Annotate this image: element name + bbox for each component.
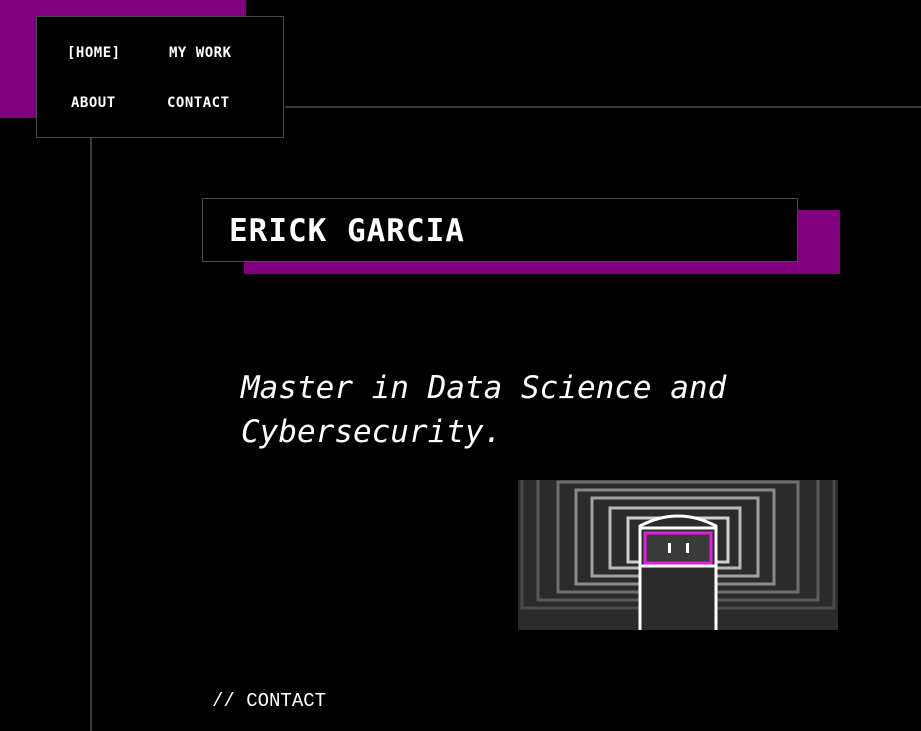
main-nav: [HOME] MY WORK ABOUT CONTACT <box>36 16 284 138</box>
robot-eye-left <box>668 543 671 553</box>
page: [HOME] MY WORK ABOUT CONTACT ERICK GARCI… <box>0 0 921 731</box>
name-card: ERICK GARCIA <box>202 198 798 262</box>
robot-in-tunnel-illustration <box>518 480 838 630</box>
robot-visor <box>643 531 713 565</box>
page-title: ERICK GARCIA <box>229 213 465 249</box>
footer-contact-link[interactable]: // CONTACT <box>212 690 326 712</box>
robot-eye-right <box>686 543 689 553</box>
robot-tunnel-svg <box>518 480 838 630</box>
nav-about-link[interactable]: ABOUT <box>71 95 116 111</box>
nav-contact-link[interactable]: CONTACT <box>167 95 230 111</box>
tagline: Master in Data Science and Cybersecurity… <box>241 370 727 450</box>
nav-my-work-link[interactable]: MY WORK <box>169 45 232 61</box>
nav-home-link[interactable]: [HOME] <box>67 45 121 61</box>
horizontal-divider <box>285 106 921 108</box>
vertical-divider <box>90 138 92 731</box>
